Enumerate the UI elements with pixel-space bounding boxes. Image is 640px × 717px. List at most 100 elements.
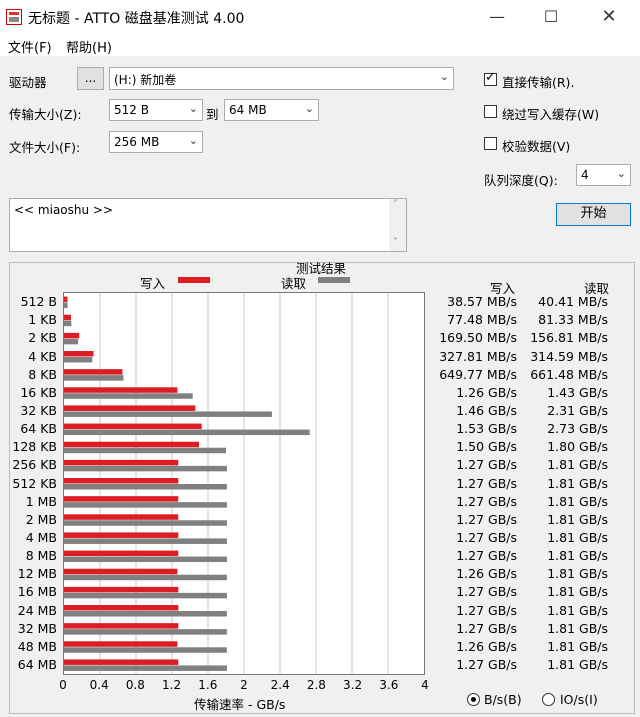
bypass-cache-checkbox[interactable] [484, 105, 497, 118]
read-bar [64, 393, 193, 399]
write-legend-swatch [178, 277, 210, 283]
write-bar [64, 605, 179, 611]
y-tick-label: 512 B [20, 294, 57, 310]
y-tick-label: 64 KB [20, 421, 57, 437]
write-bar [64, 478, 179, 484]
y-tick-label: 8 KB [28, 366, 57, 382]
write-bar [64, 659, 179, 665]
menu-file[interactable]: 文件(F) [8, 37, 52, 56]
read-bar [64, 611, 227, 617]
maximize-icon[interactable]: ☐ [528, 0, 574, 34]
read-value: 1.43 GB/s [547, 384, 608, 400]
read-bar [64, 502, 227, 508]
read-value: 2.31 GB/s [547, 402, 608, 418]
y-tick-label: 256 KB [12, 457, 57, 473]
x-tick-label: 1.6 [198, 678, 218, 692]
read-legend-swatch [318, 277, 350, 283]
y-tick-label: 4 KB [28, 348, 57, 364]
read-value: 1.81 GB/s [547, 548, 608, 564]
file-size-select[interactable]: 256 MB ⌄ [109, 131, 203, 153]
bypass-cache-label: 绕过写入缓存(W) [502, 107, 600, 122]
x-tick-label: 2 [240, 678, 248, 692]
y-tick-label: 1 MB [25, 493, 57, 509]
write-value: 649.77 MB/s [439, 366, 517, 382]
read-bar [64, 538, 227, 544]
read-value: 40.41 MB/s [538, 294, 608, 310]
chevron-down-icon: ⌄ [439, 70, 449, 83]
y-tick-label: 1 KB [28, 312, 57, 328]
queue-depth-value: 4 [581, 168, 589, 182]
read-bar [64, 429, 310, 436]
write-value: 1.27 GB/s [456, 475, 517, 491]
x-tick-label: 0.8 [125, 678, 145, 692]
queue-depth-select[interactable]: 4 ⌄ [576, 164, 631, 186]
direct-io-checkbox[interactable] [484, 70, 497, 86]
minimize-icon[interactable]: — [474, 0, 520, 34]
y-tick-label: 16 KB [20, 384, 57, 400]
write-bar [64, 532, 179, 538]
verify-data-checkbox[interactable] [484, 137, 497, 150]
x-axis-title: 传输速率 - GB/s [194, 697, 286, 712]
read-value: 1.81 GB/s [547, 457, 608, 473]
write-value: 1.27 GB/s [456, 511, 517, 527]
bytes-per-sec-label: B/s(B) [484, 692, 522, 707]
browse-button[interactable]: ... [77, 67, 104, 90]
read-value: 1.81 GB/s [547, 638, 608, 654]
y-tick-label: 24 MB [17, 602, 57, 618]
write-bar [64, 423, 202, 430]
menu-help[interactable]: 帮助(H) [66, 37, 112, 56]
atto-app-icon [6, 9, 22, 25]
transfer-from-select[interactable]: 512 B ⌄ [109, 99, 203, 121]
description-text: << miaoshu >> [14, 203, 114, 217]
scroll-down-icon[interactable]: ˅ [393, 237, 398, 248]
write-value: 1.26 GB/s [456, 384, 517, 400]
read-bar [64, 520, 227, 526]
x-tick-label: 3.6 [379, 678, 399, 692]
start-button[interactable]: 开始 [556, 203, 631, 226]
write-value: 38.57 MB/s [447, 294, 517, 310]
close-icon[interactable]: ✕ [586, 0, 632, 34]
read-bar [64, 338, 79, 345]
chevron-down-icon: ⌄ [304, 102, 314, 115]
read-bar [64, 447, 226, 454]
io-per-sec-label: IO/s(I) [560, 692, 598, 707]
read-value: 661.48 MB/s [530, 366, 608, 382]
write-value: 1.27 GB/s [456, 584, 517, 600]
read-value: 156.81 MB/s [530, 330, 608, 346]
read-bar [64, 592, 227, 599]
y-tick-label: 64 MB [17, 656, 57, 672]
io-per-sec-radio[interactable] [542, 693, 555, 706]
y-tick-label: 512 KB [12, 475, 57, 491]
read-bar [64, 411, 272, 417]
description-textarea[interactable]: << miaoshu >> ˄ ˅ [9, 198, 407, 252]
read-bar [64, 465, 227, 472]
write-bar [64, 623, 179, 629]
write-value: 1.46 GB/s [456, 402, 517, 418]
x-tick-label: 3.2 [343, 678, 363, 692]
write-bar [64, 496, 179, 502]
read-bar [64, 302, 68, 309]
write-bar [64, 369, 123, 375]
write-bar [64, 641, 178, 647]
description-scrollbar[interactable]: ˄ ˅ [389, 199, 406, 251]
read-value: 1.81 GB/s [547, 656, 608, 672]
read-value: 1.81 GB/s [547, 511, 608, 527]
write-bar [64, 514, 179, 520]
read-bar [64, 574, 227, 581]
y-tick-label: 128 KB [12, 439, 57, 455]
transfer-from-value: 512 B [114, 103, 149, 117]
bytes-per-sec-radio[interactable] [467, 693, 480, 706]
y-tick-label: 32 MB [17, 620, 57, 636]
write-value: 1.50 GB/s [456, 439, 517, 455]
chart-svg [64, 293, 389, 674]
write-bar [64, 387, 178, 393]
read-bar [64, 357, 93, 363]
write-value: 1.27 GB/s [456, 457, 517, 473]
direct-io-label: 直接传输(R). [502, 75, 575, 90]
scroll-up-icon[interactable]: ˄ [393, 199, 398, 210]
drive-select[interactable]: (H:) 新加卷 ⌄ [109, 67, 454, 90]
read-value: 1.81 GB/s [547, 584, 608, 600]
transfer-to-select[interactable]: 64 MB ⌄ [224, 99, 319, 121]
window-title: 无标题 - ATTO 磁盘基准测试 4.00 [28, 11, 245, 27]
write-value: 1.27 GB/s [456, 529, 517, 545]
